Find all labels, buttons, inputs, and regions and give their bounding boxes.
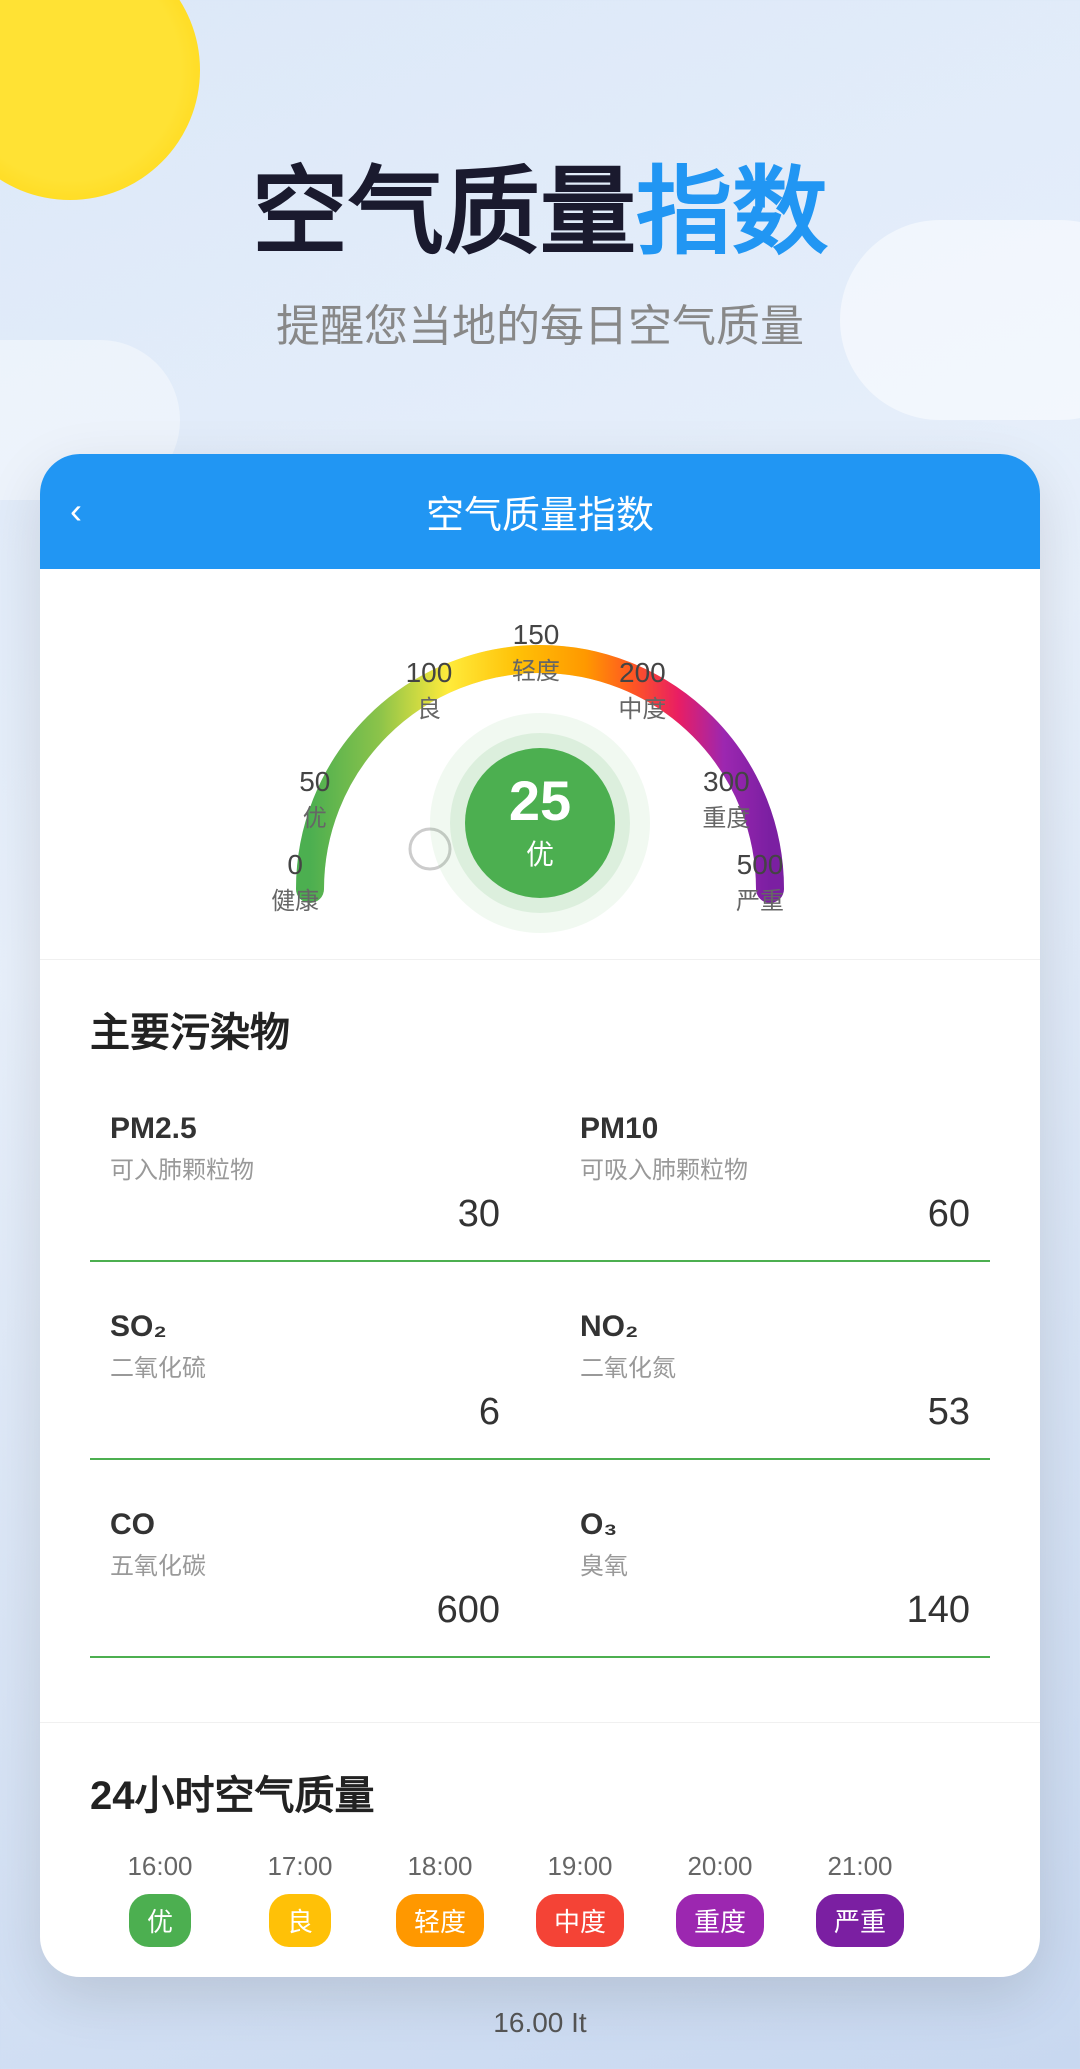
hour-item-1900: 19:00 中度 xyxy=(510,1851,650,1947)
pollutant-so2-name: SO₂ xyxy=(110,1310,500,1344)
gauge-section: 0健康 50优 100良 150轻度 200中度 300重度 5 xyxy=(40,569,1040,959)
hour-item-1600: 16:00 优 xyxy=(90,1851,230,1947)
aqi-value: 25 xyxy=(509,773,571,829)
bottom-text: 16.00 It xyxy=(0,1977,1080,2069)
pollutant-o3-name: O₃ xyxy=(580,1508,970,1542)
hour-time-1600: 16:00 xyxy=(127,1851,192,1882)
pollutant-pm10: PM10 可吸入肺颗粒物 60 xyxy=(540,1088,990,1262)
app-title: 空气质量指数 xyxy=(80,160,1000,266)
pollutant-o3: O₃ 臭氧 140 xyxy=(540,1484,990,1658)
pollutants-grid: PM2.5 可入肺颗粒物 30 PM10 可吸入肺颗粒物 60 SO₂ 二氧化硫 xyxy=(90,1088,990,1682)
hour-badge-1900: 中度 xyxy=(536,1894,624,1947)
pollutant-pm25-value: 30 xyxy=(458,1193,500,1236)
gauge-label-0: 0健康 xyxy=(271,849,319,916)
hour-badge-2100: 严重 xyxy=(816,1894,904,1947)
hour-time-2100: 21:00 xyxy=(827,1851,892,1882)
gauge-label-500: 500严重 xyxy=(736,849,784,916)
pollutants-section: 主要污染物 PM2.5 可入肺颗粒物 30 PM10 可吸入肺颗粒物 60 SO xyxy=(40,959,1040,1722)
hours-section: 24小时空气质量 16:00 优 17:00 良 18:00 轻度 19:00 … xyxy=(40,1722,1040,1977)
hour-badge-1700: 良 xyxy=(269,1894,331,1947)
gauge-ripple-outer: 25 优 xyxy=(430,713,650,933)
hero-subtitle: 提醒您当地的每日空气质量 xyxy=(80,290,1000,354)
pollutant-pm10-name: PM10 xyxy=(580,1112,970,1146)
pollutant-co-name: CO xyxy=(110,1508,500,1542)
gauge-value-circle: 25 优 xyxy=(465,748,615,898)
hour-item-1800: 18:00 轻度 xyxy=(370,1851,510,1947)
hero-section: 空气质量指数 提醒您当地的每日空气质量 xyxy=(0,0,1080,414)
gauge-label-150: 150轻度 xyxy=(512,619,560,686)
pollutant-so2-value: 6 xyxy=(479,1391,500,1434)
gauge-wrapper: 0健康 50优 100良 150轻度 200中度 300重度 5 xyxy=(260,619,820,939)
hour-item-1700: 17:00 良 xyxy=(230,1851,370,1947)
hour-time-1900: 19:00 xyxy=(547,1851,612,1882)
title-black-part: 空气质量 xyxy=(252,159,636,266)
pollutant-pm10-desc: 可吸入肺颗粒物 xyxy=(580,1150,970,1185)
title-blue-part: 指数 xyxy=(636,159,828,266)
main-card: ‹ 空气质量指数 xyxy=(40,454,1040,1977)
pollutant-pm25: PM2.5 可入肺颗粒物 30 xyxy=(90,1088,540,1262)
pollutant-so2-desc: 二氧化硫 xyxy=(110,1348,500,1383)
hour-badge-1600: 优 xyxy=(129,1894,191,1947)
hour-time-2000: 20:00 xyxy=(687,1851,752,1882)
hour-item-2100: 21:00 严重 xyxy=(790,1851,930,1947)
pollutant-no2-value: 53 xyxy=(928,1391,970,1434)
pollutant-pm25-desc: 可入肺颗粒物 xyxy=(110,1150,500,1185)
pollutant-co-value: 600 xyxy=(437,1589,500,1632)
hour-time-1800: 18:00 xyxy=(407,1851,472,1882)
pollutant-co-desc: 五氧化碳 xyxy=(110,1546,500,1581)
gauge-ripple-mid: 25 优 xyxy=(450,733,630,913)
pollutant-so2: SO₂ 二氧化硫 6 xyxy=(90,1286,540,1460)
pollutant-no2-name: NO₂ xyxy=(580,1310,970,1344)
pollutants-title: 主要污染物 xyxy=(90,1000,990,1058)
pollutant-no2-desc: 二氧化氮 xyxy=(580,1348,970,1383)
pollutant-no2: NO₂ 二氧化氮 53 xyxy=(540,1286,990,1460)
hour-badge-1800: 轻度 xyxy=(396,1894,484,1947)
gauge-label-300: 300重度 xyxy=(702,766,750,833)
pollutant-pm10-value: 60 xyxy=(928,1193,970,1236)
hours-title: 24小时空气质量 xyxy=(90,1763,990,1821)
pollutant-o3-desc: 臭氧 xyxy=(580,1546,970,1581)
pollutant-pm25-name: PM2.5 xyxy=(110,1112,500,1146)
hour-time-1700: 17:00 xyxy=(267,1851,332,1882)
card-header: ‹ 空气质量指数 xyxy=(40,454,1040,569)
pollutant-co: CO 五氧化碳 600 xyxy=(90,1484,540,1658)
back-button[interactable]: ‹ xyxy=(70,490,82,532)
hour-item-2000: 20:00 重度 xyxy=(650,1851,790,1947)
gauge-label-50: 50优 xyxy=(299,766,330,833)
pollutant-o3-value: 140 xyxy=(907,1589,970,1632)
card-title: 空气质量指数 xyxy=(426,484,654,539)
hours-list[interactable]: 16:00 优 17:00 良 18:00 轻度 19:00 中度 20:00 … xyxy=(90,1851,990,1947)
gauge-center: 25 优 xyxy=(430,713,650,933)
hour-badge-2000: 重度 xyxy=(676,1894,764,1947)
aqi-status: 优 xyxy=(526,833,554,873)
